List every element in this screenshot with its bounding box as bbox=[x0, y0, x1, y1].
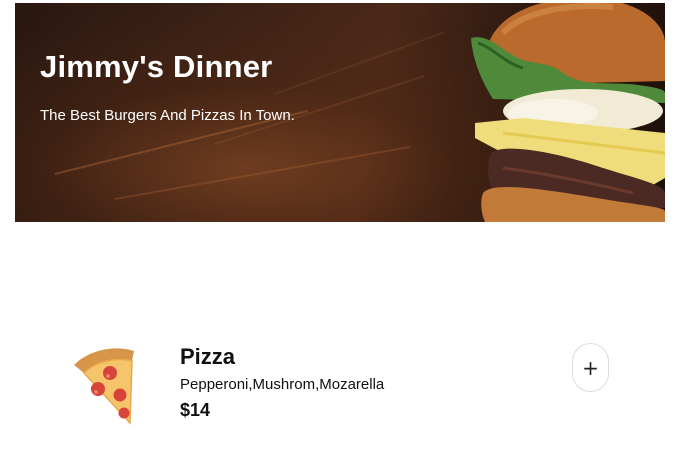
page: Jimmy's Dinner The Best Burgers And Pizz… bbox=[0, 0, 674, 462]
menu-item-description: Pepperoni,Mushrom,Mozarella bbox=[180, 376, 385, 393]
menu-item: Pizza Pepperoni,Mushrom,Mozarella $14 + bbox=[60, 335, 620, 435]
burger-image bbox=[471, 3, 665, 222]
pizza-slice-icon bbox=[74, 348, 134, 425]
wood-grain bbox=[114, 145, 411, 200]
plus-icon: + bbox=[582, 355, 599, 380]
add-to-cart-button[interactable]: + bbox=[572, 343, 609, 392]
restaurant-tagline: The Best Burgers And Pizzas In Town. bbox=[40, 107, 295, 124]
menu-item-price: $14 bbox=[180, 400, 211, 420]
hero-banner: Jimmy's Dinner The Best Burgers And Pizz… bbox=[15, 3, 665, 222]
menu-item-name: Pizza bbox=[180, 344, 236, 369]
restaurant-title: Jimmy's Dinner bbox=[40, 49, 273, 84]
wood-grain bbox=[274, 31, 445, 95]
